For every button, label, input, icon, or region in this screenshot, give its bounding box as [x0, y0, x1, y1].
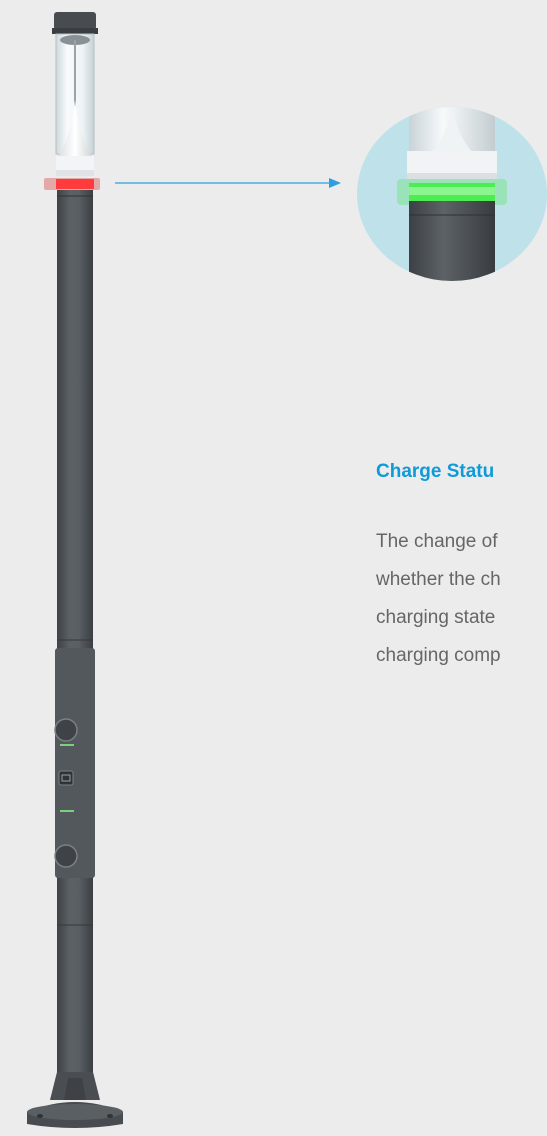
- description-line: charging state: [376, 607, 496, 628]
- description-line: charging comp: [376, 645, 501, 666]
- description-line: The change of: [376, 531, 498, 552]
- charge-status-section: Charge Statu The change of whether the c…: [376, 462, 547, 675]
- charging-pole-illustration: [27, 12, 123, 1128]
- section-description: The change of whether the ch charging st…: [376, 523, 547, 675]
- arrow-icon: [115, 178, 341, 188]
- section-title: Charge Statu: [376, 462, 495, 482]
- indicator-detail-view: [357, 107, 547, 281]
- description-line: whether the ch: [376, 569, 501, 590]
